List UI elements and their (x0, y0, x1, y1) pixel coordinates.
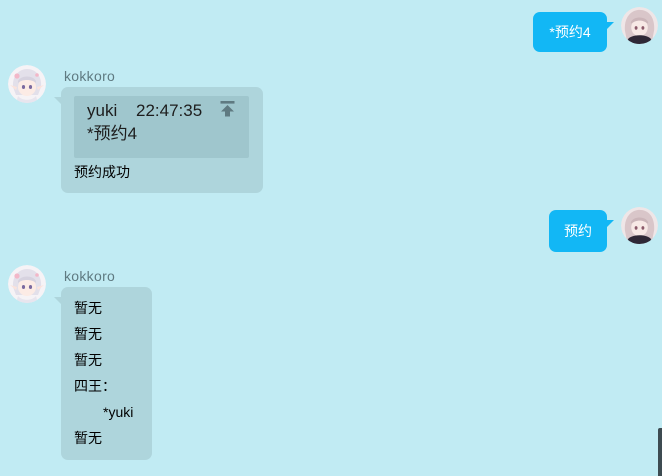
quote-text: *预约4 (87, 124, 138, 143)
message-text: 预约 (564, 223, 592, 239)
quote-author: yuki (87, 101, 118, 120)
jump-to-original-icon[interactable] (219, 100, 236, 117)
user-avatar-icon[interactable] (621, 7, 658, 44)
outgoing-message-bubble[interactable]: 预约 (549, 210, 614, 252)
message-line: 暂无 (74, 430, 102, 446)
message-text: 预约成功 (74, 164, 130, 180)
kokkoro-avatar-icon[interactable] (8, 65, 46, 103)
user-avatar-icon[interactable] (621, 207, 658, 244)
scrollbar[interactable] (658, 428, 662, 476)
outgoing-message-bubble[interactable]: *预约4 (533, 12, 614, 52)
message-text: *预约4 (549, 24, 591, 40)
sender-name[interactable]: kokkoro (64, 267, 115, 285)
message-line: 四王： (74, 378, 116, 394)
incoming-message-bubble[interactable]: 暂无 暂无 暂无 四王： *yuki 暂无 (54, 287, 152, 460)
kokkoro-avatar-icon[interactable] (8, 265, 46, 303)
incoming-message-bubble[interactable]: yuki 22:47:35 *预约4 预约成功 (54, 87, 263, 193)
message-line: 暂无 (74, 352, 102, 368)
quoted-message[interactable]: yuki 22:47:35 *预约4 (74, 96, 249, 158)
message-line: 暂无 (74, 300, 102, 316)
message-lines: 暂无 暂无 暂无 四王： *yuki 暂无 (74, 295, 133, 451)
sender-name[interactable]: kokkoro (64, 67, 115, 85)
quote-time: 22:47:35 (136, 101, 203, 120)
message-line: 暂无 (74, 326, 102, 342)
message-line: *yuki (103, 404, 134, 420)
